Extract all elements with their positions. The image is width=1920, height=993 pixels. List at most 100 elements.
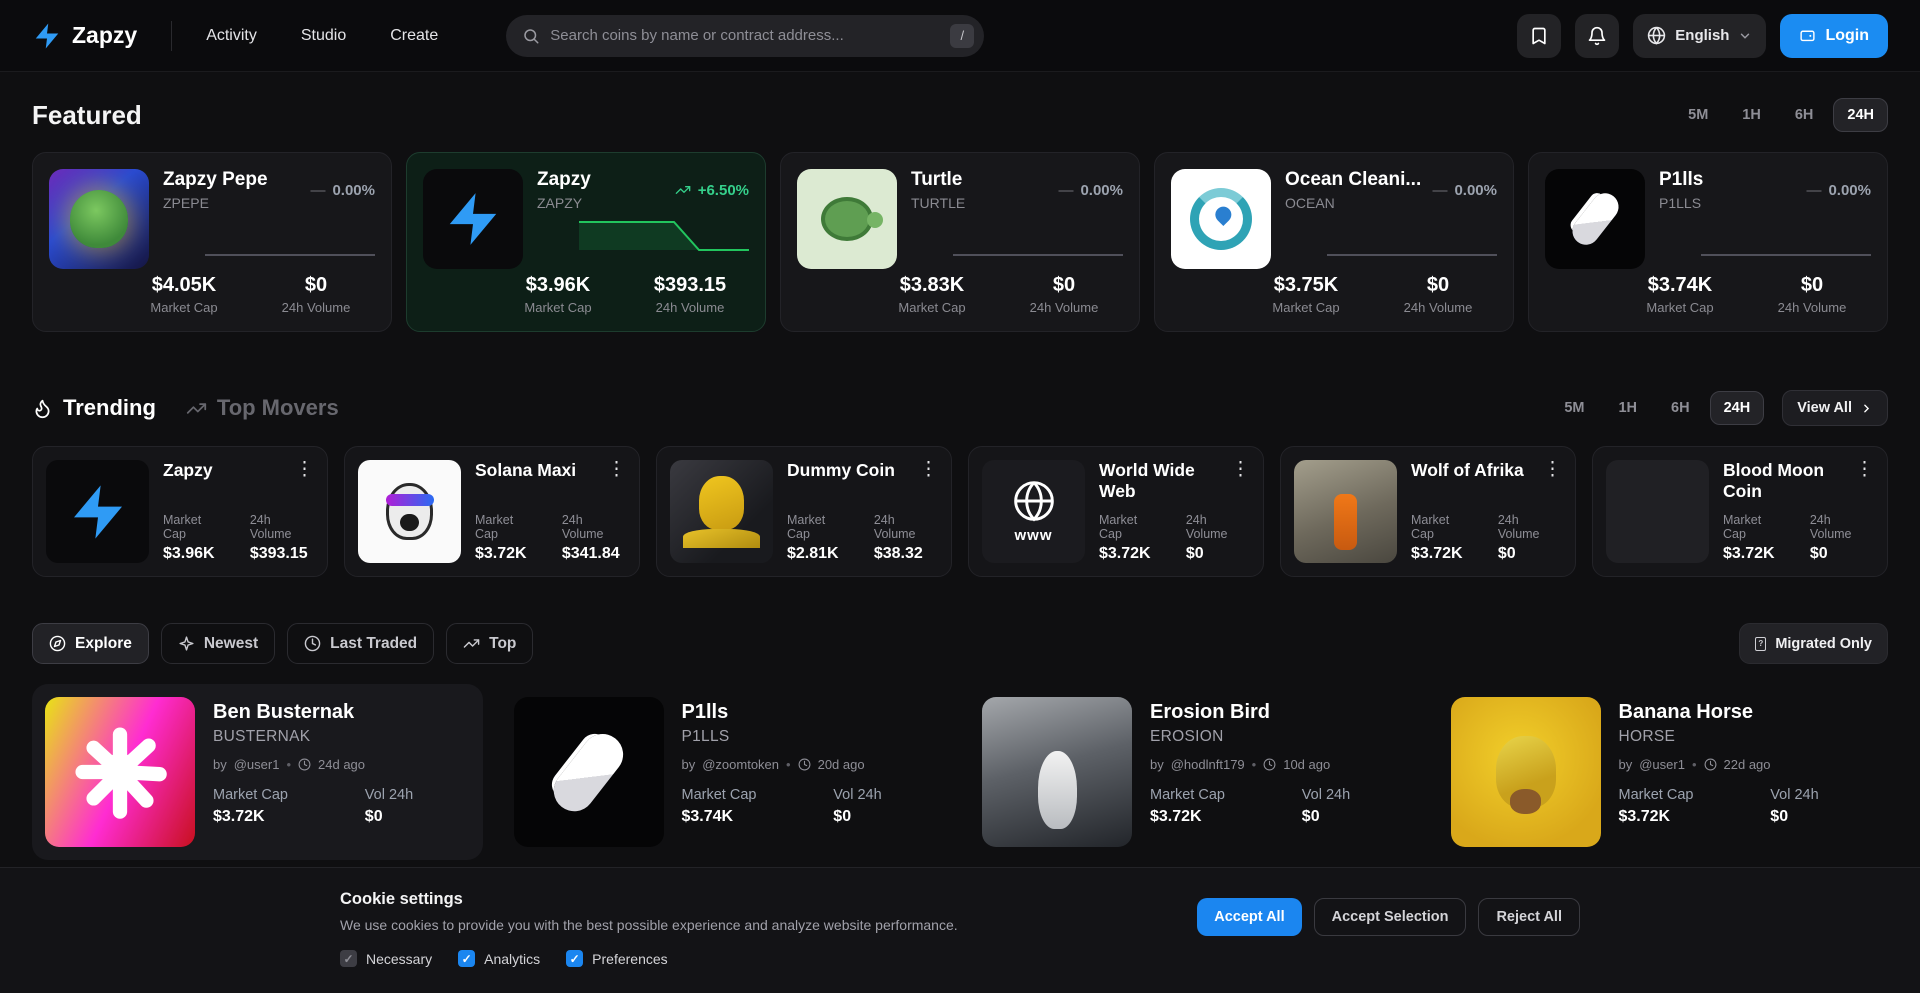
trending-card-dummy-coin[interactable]: Dummy Coin ⋮ Market Cap $2.81K 24h Volum… [656, 446, 952, 577]
trending-card-solana-maxi[interactable]: Solana Maxi ⋮ Market Cap $3.72K 24h Volu… [344, 446, 640, 577]
trending-card-zapzy[interactable]: Zapzy ⋮ Market Cap $3.96K 24h Volume $39… [32, 446, 328, 577]
flat-dash-icon: — [1806, 182, 1821, 199]
nav-actions: English Login [1517, 14, 1888, 58]
featured-section: Featured 5M 1H 6H 24H Zapzy Pepe ZPEPE [32, 98, 1888, 332]
bookmark-icon [1529, 26, 1549, 46]
age: 22d ago [1724, 757, 1771, 772]
trending-card-world-wide-web[interactable]: www World Wide Web ⋮ Market Cap $3.72K 2… [968, 446, 1264, 577]
sparkline-flat [1327, 248, 1497, 262]
clock-icon [304, 635, 321, 652]
nav-link-activity[interactable]: Activity [206, 27, 257, 45]
timeframe-1h[interactable]: 1H [1604, 391, 1651, 425]
volume-value: $0 [257, 274, 375, 297]
search-input[interactable] [550, 27, 940, 44]
author-handle[interactable]: @user1 [1639, 757, 1685, 772]
kebab-menu-icon[interactable]: ⋮ [919, 460, 938, 481]
cookie-text-block: Cookie settings We use cookies to provid… [340, 890, 958, 967]
timeframe-24h-selected[interactable]: 24H [1710, 391, 1765, 425]
filter-explore[interactable]: Explore [32, 623, 149, 664]
timeframe-6h[interactable]: 6H [1781, 98, 1828, 132]
bell-icon [1587, 26, 1607, 46]
explore-card-erosion-bird[interactable]: Erosion Bird EROSION by @hodlnft179 • 10… [969, 684, 1420, 860]
featured-card-zapzy[interactable]: Zapzy ZAPZY +6.50% [406, 152, 766, 332]
volume-label: 24h Volume [257, 300, 375, 315]
volume-value: $393.15 [631, 274, 749, 297]
market-cap-value: $3.72K [1723, 545, 1786, 563]
market-cap-value: $3.72K [213, 808, 365, 826]
author-handle[interactable]: @hodlnft179 [1171, 757, 1245, 772]
market-cap-value: $3.72K [1150, 808, 1302, 826]
notifications-button[interactable] [1575, 14, 1619, 58]
age: 10d ago [1283, 757, 1330, 772]
market-cap-label: Market Cap [873, 300, 991, 315]
checkbox-necessary-box: ✓ [340, 950, 357, 967]
market-cap-label: Market Cap [1247, 300, 1365, 315]
volume-value: $393.15 [250, 545, 314, 563]
login-button[interactable]: Login [1780, 14, 1888, 58]
checkbox-preferences[interactable]: ✓ Preferences [566, 950, 667, 967]
kebab-menu-icon[interactable]: ⋮ [295, 460, 314, 481]
byline: by @zoomtoken • 20d ago [682, 757, 939, 772]
timeframe-5m[interactable]: 5M [1550, 391, 1598, 425]
accept-all-button[interactable]: Accept All [1197, 898, 1301, 936]
flat-dash-icon: — [1058, 182, 1073, 199]
flame-icon [32, 398, 53, 419]
nav-link-create[interactable]: Create [390, 27, 438, 45]
market-cap-value: $3.96K [499, 274, 617, 297]
filter-top[interactable]: Top [446, 623, 533, 664]
nav-divider [171, 21, 172, 51]
explore-card-banana-horse[interactable]: Banana Horse HORSE by @user1 • 22d ago M… [1438, 684, 1889, 860]
brand-logo[interactable]: Zapzy [32, 21, 137, 51]
migrated-only-toggle[interactable]: ? Migrated Only [1739, 623, 1888, 664]
featured-card-p1lls[interactable]: P1lls P1LLS — 0.00% $3.74K [1528, 152, 1888, 332]
market-cap-value: $3.75K [1247, 274, 1365, 297]
kebab-menu-icon[interactable]: ⋮ [1231, 460, 1250, 502]
trending-card-blood-moon-coin[interactable]: Blood Moon Coin ⋮ Market Cap $3.72K 24h … [1592, 446, 1888, 577]
featured-card-turtle[interactable]: Turtle TURTLE — 0.00% $3.8 [780, 152, 1140, 332]
explore-card-p1lls[interactable]: P1lls P1LLS by @zoomtoken • 20d ago Mark… [501, 684, 952, 860]
filter-last-traded[interactable]: Last Traded [287, 623, 434, 664]
timeframe-5m[interactable]: 5M [1674, 98, 1722, 132]
navbar: Zapzy Activity Studio Create / English [0, 0, 1920, 72]
coin-image: www [982, 460, 1085, 563]
timeframe-1h[interactable]: 1H [1728, 98, 1775, 132]
market-cap-label: Market Cap [1621, 300, 1739, 315]
market-cap-value: $4.05K [125, 274, 243, 297]
language-label: English [1675, 27, 1729, 44]
search-bar[interactable]: / [506, 15, 984, 57]
cookie-checkboxes: ✓ Necessary ✓ Analytics ✓ Preferences [340, 950, 958, 967]
tab-trending[interactable]: Trending [32, 395, 156, 421]
kebab-menu-icon[interactable]: ⋮ [1855, 460, 1874, 502]
timeframe-6h[interactable]: 6H [1657, 391, 1704, 425]
kebab-menu-icon[interactable]: ⋮ [607, 460, 626, 481]
trend-up-icon [463, 635, 480, 652]
nav-link-studio[interactable]: Studio [301, 27, 346, 45]
trending-card-wolf-of-afrika[interactable]: Wolf of Afrika ⋮ Market Cap $3.72K 24h V… [1280, 446, 1576, 577]
volume-value: $0 [833, 808, 938, 826]
language-selector[interactable]: English [1633, 14, 1766, 58]
checkbox-necessary[interactable]: ✓ Necessary [340, 950, 432, 967]
kebab-menu-icon[interactable]: ⋮ [1543, 460, 1562, 481]
author-handle[interactable]: @user1 [234, 757, 280, 772]
main-content: Featured 5M 1H 6H 24H Zapzy Pepe ZPEPE [0, 98, 1920, 860]
market-cap-label: Market Cap [125, 300, 243, 315]
timeframe-24h-selected[interactable]: 24H [1833, 98, 1888, 132]
reject-all-button[interactable]: Reject All [1478, 898, 1580, 936]
author-handle[interactable]: @zoomtoken [702, 757, 779, 772]
filter-newest[interactable]: Newest [161, 623, 275, 664]
checkbox-preferences-box: ✓ [566, 950, 583, 967]
nav-links: Activity Studio Create [206, 27, 438, 45]
search-icon [522, 27, 540, 45]
accept-selection-button[interactable]: Accept Selection [1314, 898, 1467, 936]
featured-card-zapzy-pepe[interactable]: Zapzy Pepe ZPEPE — 0.00% $ [32, 152, 392, 332]
coin-image [358, 460, 461, 563]
byline: by @hodlnft179 • 10d ago [1150, 757, 1407, 772]
trending-section: Trending Top Movers 5M 1H 6H 24H View Al… [32, 390, 1888, 577]
explore-card-ben-busternak[interactable]: Ben Busternak BUSTERNAK by @user1 • 24d … [32, 684, 483, 860]
tab-top-movers[interactable]: Top Movers [186, 395, 339, 421]
clock-icon [798, 758, 811, 771]
featured-card-ocean[interactable]: Ocean Cleani... OCEAN — 0.00% [1154, 152, 1514, 332]
checkbox-analytics[interactable]: ✓ Analytics [458, 950, 540, 967]
view-all-button[interactable]: View All [1782, 390, 1888, 426]
bookmark-button[interactable] [1517, 14, 1561, 58]
